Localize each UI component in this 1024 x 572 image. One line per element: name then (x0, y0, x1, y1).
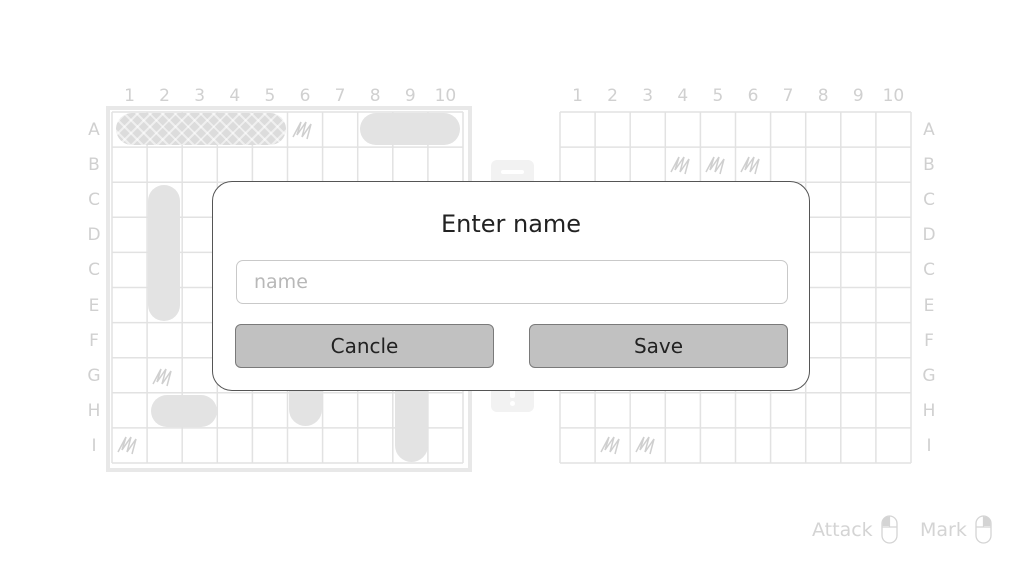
name-input[interactable] (236, 260, 788, 304)
column-label: 1 (572, 86, 583, 106)
mark-hint: Mark (920, 515, 992, 544)
row-label: E (923, 295, 935, 316)
dialog-title: Enter name (440, 210, 582, 238)
column-label: 9 (852, 86, 864, 106)
miss-mark-icon (735, 148, 770, 183)
row-label: C (923, 260, 935, 281)
mouse-right-icon (975, 515, 992, 544)
attack-hint: Attack (812, 515, 898, 544)
miss-mark-icon (665, 148, 700, 183)
column-label: 4 (677, 86, 689, 106)
row-label: H (922, 400, 936, 421)
miss-mark-icon (700, 148, 735, 183)
row-label: F (924, 330, 934, 351)
column-label: 6 (747, 86, 759, 106)
miss-mark-icon (595, 428, 630, 463)
row-label: A (923, 120, 935, 140)
column-label: 5 (712, 86, 724, 106)
miss-mark-icon (630, 428, 665, 463)
row-label: B (923, 155, 935, 176)
row-label: C (923, 190, 935, 211)
column-label: 7 (782, 86, 794, 106)
column-label: 8 (817, 86, 829, 106)
column-label: 2 (607, 86, 618, 106)
save-button[interactable]: Save (529, 324, 788, 368)
cancel-button[interactable]: Cancle (235, 324, 494, 368)
column-label: 3 (642, 86, 654, 106)
mark-label: Mark (920, 518, 967, 541)
row-label: D (922, 225, 936, 246)
enter-name-dialog: Enter name Cancle Save (212, 181, 810, 391)
column-label: 10 (882, 86, 905, 106)
attack-label: Attack (812, 518, 873, 541)
row-label: G (922, 365, 936, 386)
row-label: I (926, 435, 932, 456)
mouse-left-icon (881, 515, 898, 544)
